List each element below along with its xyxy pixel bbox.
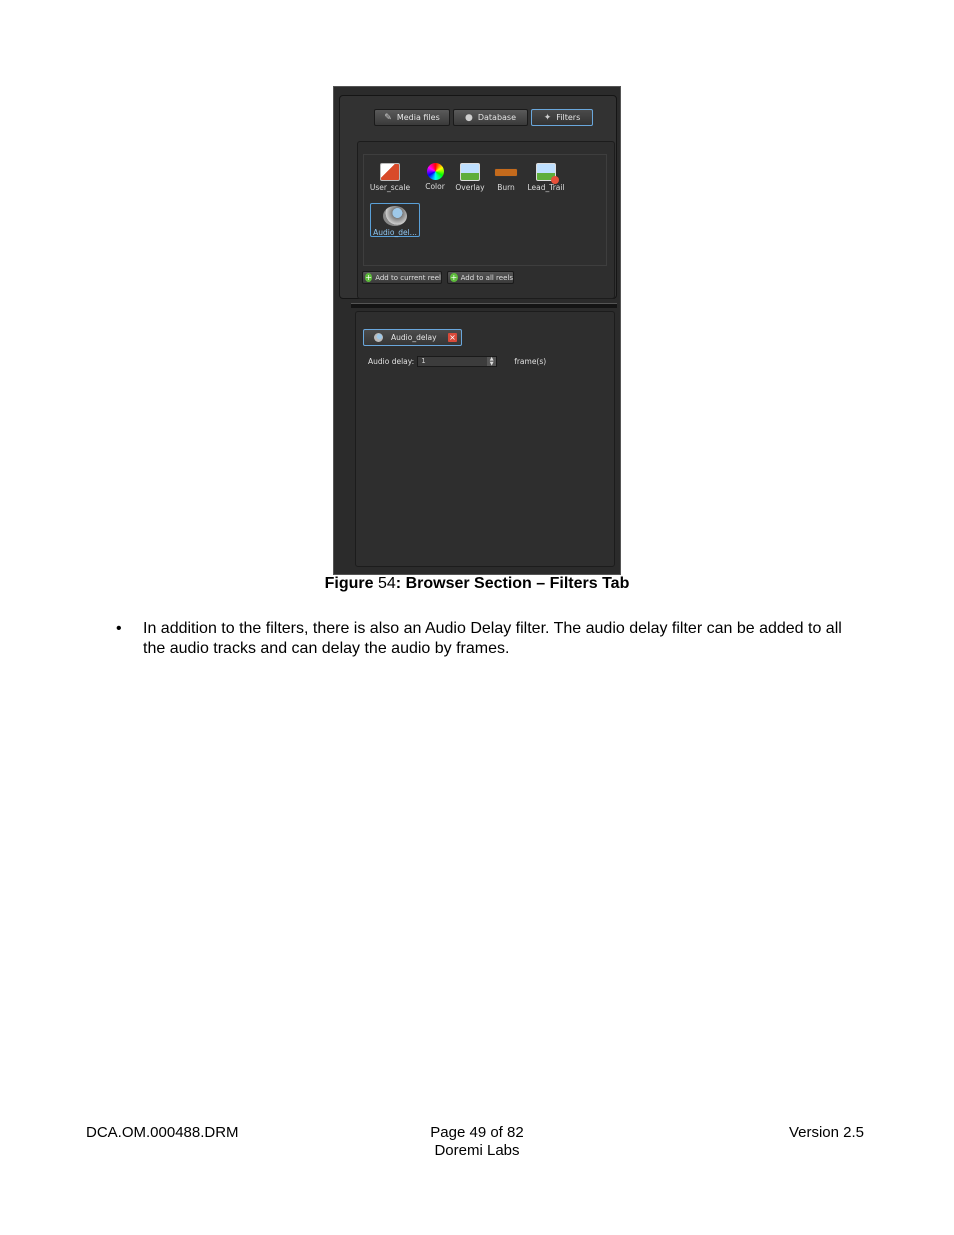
filter-list: User_scale Color Overlay Burn Lead_Trail…: [363, 154, 607, 266]
splitter[interactable]: [351, 303, 617, 308]
filter-label: Audio_del...: [373, 228, 417, 237]
button-label: Add to current reel: [375, 273, 441, 282]
filter-label: Burn: [497, 183, 515, 192]
filter-burn[interactable]: Burn: [484, 163, 528, 192]
figure-prefix: Figure: [324, 575, 374, 592]
browser-tabs: ✎ Media files ● Database ✦ Filters: [374, 109, 593, 126]
filter-label: Lead_Trail: [527, 183, 565, 192]
add-to-current-reel-button[interactable]: + Add to current reel: [362, 271, 442, 284]
filters-screenshot: ✎ Media files ● Database ✦ Filters User_…: [333, 86, 621, 575]
figure-title: : Browser Section – Filters Tab: [395, 575, 630, 592]
footer-company: Doremi Labs: [434, 1142, 520, 1159]
wand-icon: ✎: [384, 112, 392, 123]
filter-lead-trail[interactable]: Lead_Trail: [524, 163, 568, 192]
filter-user-scale[interactable]: User_scale: [368, 163, 412, 192]
audio-delay-label: Audio delay:: [368, 357, 415, 366]
user-scale-icon: [380, 163, 400, 181]
filter-label: Color: [425, 182, 445, 191]
wrench-icon: ✦: [543, 112, 552, 123]
plus-icon: +: [450, 273, 458, 282]
figure-number: 54: [378, 575, 396, 592]
filter-audio-delay[interactable]: Audio_del...: [370, 203, 420, 237]
plus-icon: +: [365, 273, 373, 282]
filter-label: Overlay: [455, 183, 485, 192]
body-paragraph: In addition to the filters, there is als…: [143, 620, 842, 657]
tab-label: Filters: [556, 113, 581, 122]
audio-delay-stepper[interactable]: 1 ▲ ▼: [417, 356, 498, 367]
lead-trail-icon: [536, 163, 559, 184]
close-icon[interactable]: ×: [448, 333, 457, 342]
audio-delay-unit: frame(s): [514, 357, 547, 366]
tab-database[interactable]: ● Database: [453, 109, 528, 126]
tab-label: Media files: [396, 113, 440, 122]
button-label: Add to all reels: [460, 273, 513, 282]
figure-caption: Figure 54: Browser Section – Filters Tab: [0, 575, 954, 593]
tab-label: Database: [477, 113, 517, 122]
audio-delay-icon: [383, 206, 407, 226]
selected-filter-tab[interactable]: Audio_delay ×: [363, 329, 462, 346]
selected-filter-label: Audio_delay: [391, 333, 437, 342]
audio-delay-value: 1: [421, 357, 426, 365]
database-icon: ●: [464, 112, 473, 123]
bullet-marker: •: [116, 620, 122, 637]
burn-timecode-icon: [494, 168, 518, 177]
audio-delay-icon: [374, 333, 383, 342]
filter-label: User_scale: [369, 183, 411, 192]
footer-version: Version 2.5: [788, 1124, 864, 1141]
audio-delay-setting: Audio delay: 1 ▲ ▼ frame(s): [368, 356, 546, 367]
add-to-all-reels-button[interactable]: + Add to all reels: [447, 271, 514, 284]
tab-media-files[interactable]: ✎ Media files: [374, 109, 450, 126]
color-wheel-icon: [426, 163, 444, 180]
filters-panel: User_scale Color Overlay Burn Lead_Trail…: [357, 141, 615, 299]
filter-settings-panel: Audio_delay × Audio delay: 1 ▲ ▼ frame(s): [355, 311, 615, 567]
stepper-arrows-icon[interactable]: ▲ ▼: [487, 357, 497, 366]
overlay-image-icon: [460, 163, 480, 181]
tab-filters[interactable]: ✦ Filters: [531, 109, 593, 126]
